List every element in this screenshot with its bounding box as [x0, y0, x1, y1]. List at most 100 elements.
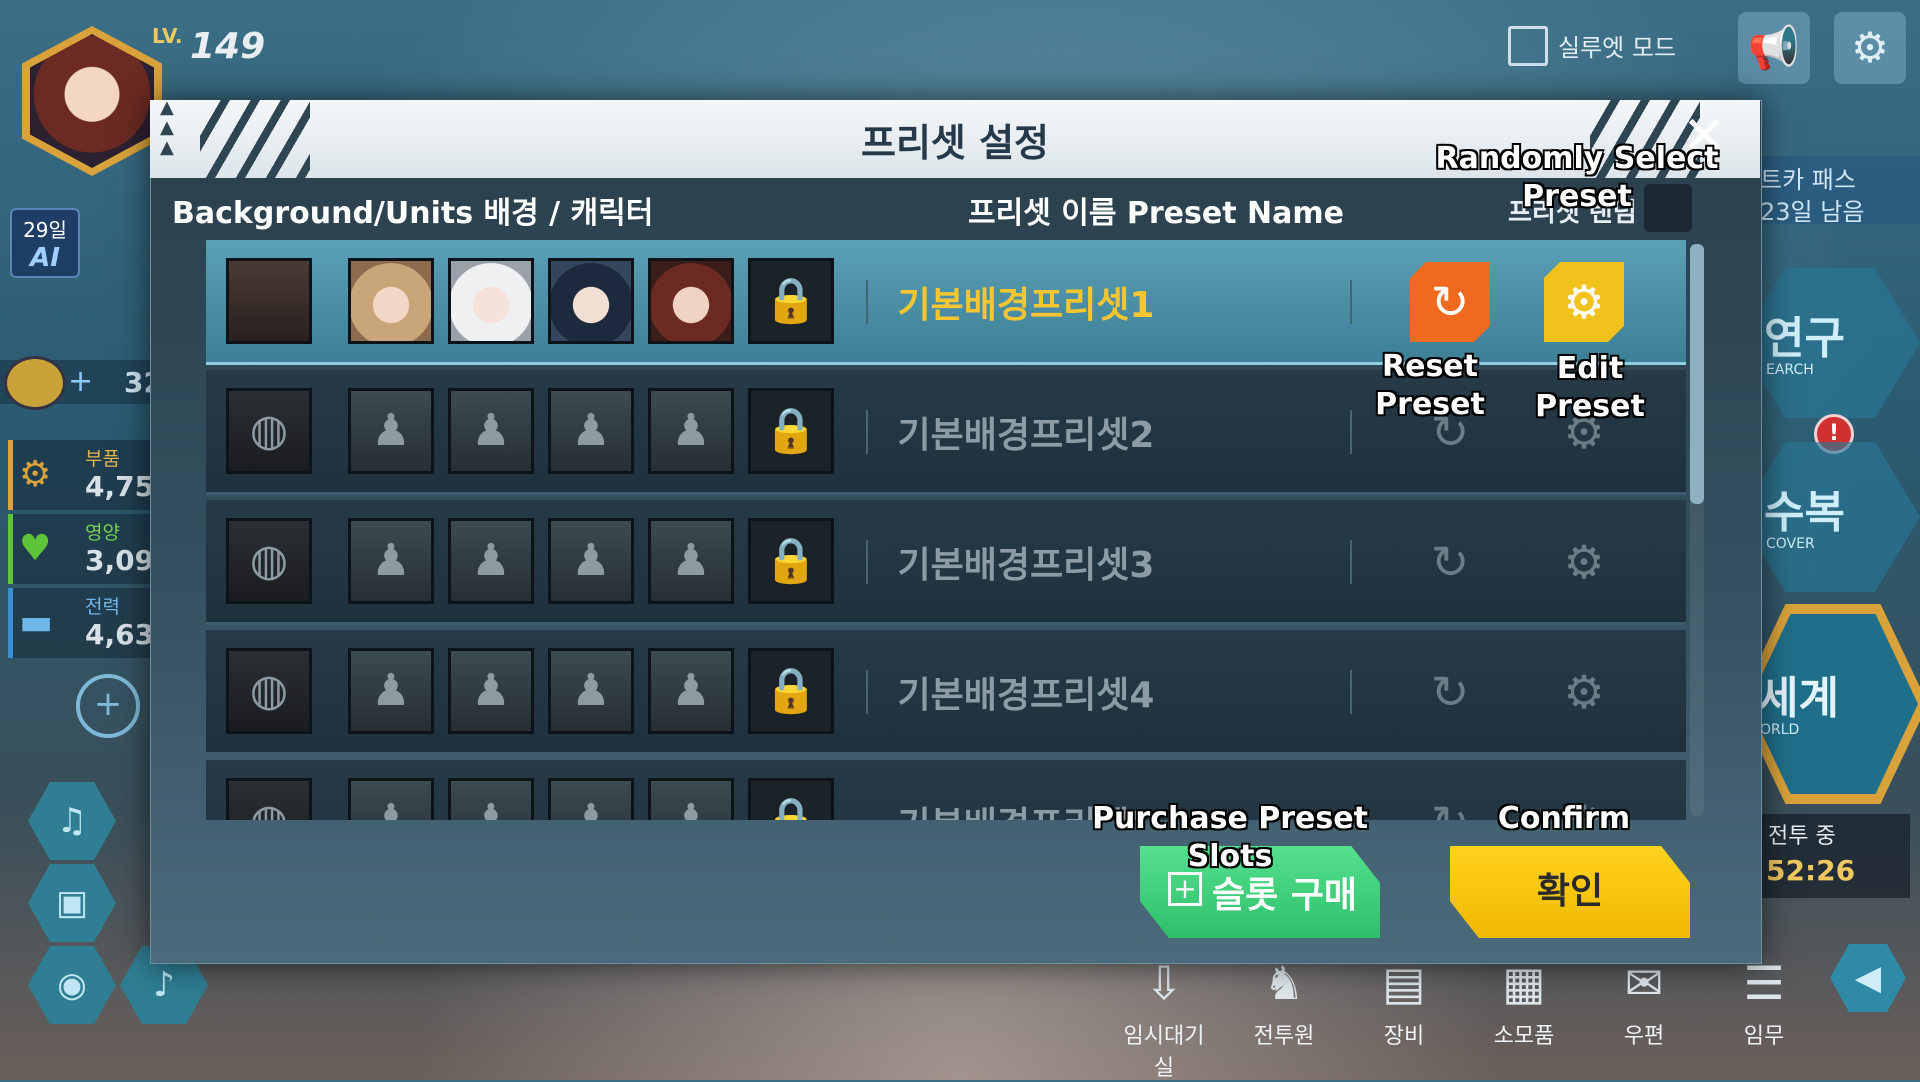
- pass-remaining: 23일 남음: [1760, 198, 1865, 226]
- menu-missions[interactable]: ☰ 임무: [1714, 948, 1814, 1068]
- level-label: LV.: [152, 24, 183, 48]
- preset-name[interactable]: 기본배경프리셋2: [786, 406, 1266, 458]
- empty-unit-silhouette-icon[interactable]: ♟: [648, 518, 734, 604]
- divider: [1350, 670, 1352, 714]
- tuna-icon: [4, 356, 66, 410]
- globe-icon[interactable]: ◍: [226, 518, 312, 604]
- empty-unit-silhouette-icon[interactable]: ♟: [448, 518, 534, 604]
- menu-consumables[interactable]: ▦ 소모품: [1474, 948, 1574, 1068]
- empty-unit-silhouette-icon[interactable]: ♟: [648, 778, 734, 820]
- preset-row[interactable]: ◍ ♟ ♟ ♟ ♟ 🔒 기본배경프리셋3 ↻ ⚙: [206, 500, 1686, 625]
- background-slot-image[interactable]: [226, 258, 312, 344]
- empty-unit-silhouette-icon[interactable]: ♟: [448, 778, 534, 820]
- annotation-random: Randomly Select Preset: [1435, 141, 1719, 214]
- empty-unit-silhouette-icon[interactable]: ♟: [348, 388, 434, 474]
- zoom-in-icon[interactable]: +: [76, 674, 140, 738]
- megaphone-icon[interactable]: 📢: [1738, 12, 1810, 84]
- battle-status[interactable]: 전투 중 52:26: [1760, 814, 1910, 898]
- preset-name[interactable]: 기본배경프리셋4: [786, 666, 1266, 718]
- add-slot-icon: +: [1168, 872, 1202, 906]
- preset-row[interactable]: ◍ ♟ ♟ ♟ ♟ 🔒 기본배경프리셋4 ↻ ⚙: [206, 630, 1686, 755]
- empty-unit-silhouette-icon[interactable]: ♟: [648, 388, 734, 474]
- empty-unit-silhouette-icon[interactable]: ♟: [448, 388, 534, 474]
- resource-parts: ⚙ 부품 4,759: [8, 440, 174, 510]
- preset-name[interactable]: 기본배경프리셋3: [786, 536, 1266, 588]
- preset-row[interactable]: ◍ ♟ ♟ ♟ ♟ 🔒 기본배경프리셋5 ↻ ⚙: [206, 760, 1686, 820]
- divider: [1350, 410, 1352, 454]
- menu-mail[interactable]: ✉ 우편: [1594, 948, 1694, 1068]
- menu-label: 임시대기실: [1123, 1024, 1205, 1081]
- menu-equipment[interactable]: ▤ 장비: [1354, 948, 1454, 1068]
- empty-unit-silhouette-icon[interactable]: ♟: [548, 518, 634, 604]
- reset-icon[interactable]: ↻: [1410, 262, 1490, 342]
- gear-icon[interactable]: ⚙: [1544, 522, 1624, 602]
- silhouette-mode-label: 실루엣 모드: [1558, 34, 1677, 62]
- recover-label: 수복: [1764, 487, 1845, 538]
- resource-label: 부품: [85, 448, 120, 470]
- nutrition-icon: ♥: [19, 528, 52, 569]
- resource-label: 영양: [85, 522, 120, 544]
- preset-list: 🔒 기본배경프리셋1 ↻ ⚙ ◍ ♟ ♟ ♟ ♟ 🔒 기본배경프리셋2 ↻ ⚙ …: [206, 240, 1710, 820]
- unit-portrait[interactable]: [348, 258, 434, 344]
- level-value: 149: [190, 26, 266, 67]
- empty-unit-silhouette-icon[interactable]: ♟: [648, 648, 734, 734]
- menu-label: 소모품: [1493, 1024, 1555, 1049]
- unit-portrait[interactable]: [548, 258, 634, 344]
- confirm-button[interactable]: 확인: [1450, 846, 1690, 938]
- menu-combatants[interactable]: ♞ 전투원: [1234, 948, 1334, 1068]
- menu-label: 장비: [1383, 1024, 1425, 1049]
- menu-label: 우편: [1623, 1024, 1665, 1049]
- world-sublabel: ORLD: [1760, 722, 1800, 738]
- battle-label: 전투 중: [1768, 824, 1836, 849]
- plus-icon: +: [68, 364, 94, 399]
- resource-nutrition: ♥ 영양 3,097: [8, 514, 174, 584]
- battery-icon: ▬: [19, 602, 54, 643]
- ai-label: AI: [30, 243, 60, 273]
- annotation-confirm: Confirm: [1497, 801, 1631, 836]
- world-label: 세계: [1758, 673, 1839, 724]
- empty-unit-silhouette-icon[interactable]: ♟: [348, 518, 434, 604]
- globe-icon[interactable]: ◍: [226, 388, 312, 474]
- preset-name[interactable]: 기본배경프리셋1: [786, 276, 1266, 328]
- empty-unit-silhouette-icon[interactable]: ♟: [548, 648, 634, 734]
- globe-icon[interactable]: ◍: [226, 778, 312, 820]
- research-label: 연구: [1764, 313, 1845, 364]
- recover-sublabel: COVER: [1766, 536, 1815, 552]
- divider: [1350, 280, 1352, 324]
- annotation-purchase: Purchase Preset Slots: [1092, 801, 1368, 874]
- preset-row[interactable]: 🔒 기본배경프리셋1 ↻ ⚙: [206, 240, 1686, 365]
- menu-label: 전투원: [1253, 1024, 1315, 1049]
- reset-icon[interactable]: ↻: [1410, 652, 1490, 732]
- resource-power: ▬ 전력 4,637: [8, 588, 174, 658]
- gear-icon: ⚙: [19, 454, 52, 495]
- pass-panel[interactable]: 트카 패스 23일 남음: [1756, 156, 1920, 226]
- empty-unit-silhouette-icon[interactable]: ♟: [348, 648, 434, 734]
- menu-waiting-room[interactable]: ⇩ 임시대기실: [1114, 948, 1214, 1081]
- column-header-units: Background/Units 배경 / 캐릭터: [172, 196, 654, 231]
- menu-label: 임무: [1743, 1024, 1785, 1049]
- empty-unit-silhouette-icon[interactable]: ♟: [348, 778, 434, 820]
- column-header-name: 프리셋 이름 Preset Name: [968, 196, 1344, 231]
- ai-days-badge[interactable]: 29일 AI: [10, 208, 80, 278]
- reset-icon[interactable]: ↻: [1410, 782, 1490, 820]
- gear-icon[interactable]: ⚙: [1544, 652, 1624, 732]
- pass-title: 트카 패스: [1760, 166, 1856, 194]
- annotation-reset: Reset Preset: [1375, 349, 1485, 422]
- unit-portrait[interactable]: [648, 258, 734, 344]
- empty-unit-silhouette-icon[interactable]: ♟: [448, 648, 534, 734]
- gear-icon[interactable]: ⚙: [1544, 262, 1624, 342]
- silhouette-mode-checkbox[interactable]: [1508, 26, 1548, 66]
- resource-label: 전력: [85, 596, 120, 618]
- research-sublabel: EARCH: [1766, 362, 1814, 378]
- unit-portrait[interactable]: [448, 258, 534, 344]
- days-count: 29일: [23, 218, 67, 242]
- settings-gear-icon[interactable]: ⚙: [1834, 12, 1906, 84]
- reset-icon[interactable]: ↻: [1410, 522, 1490, 602]
- tuna-resource-bar[interactable]: + 32: [0, 356, 163, 410]
- empty-unit-silhouette-icon[interactable]: ♟: [548, 388, 634, 474]
- empty-unit-silhouette-icon[interactable]: ♟: [548, 778, 634, 820]
- annotation-edit: Edit Preset: [1535, 351, 1645, 424]
- globe-icon[interactable]: ◍: [226, 648, 312, 734]
- divider: [1350, 540, 1352, 584]
- battle-timer: 52:26: [1766, 854, 1856, 887]
